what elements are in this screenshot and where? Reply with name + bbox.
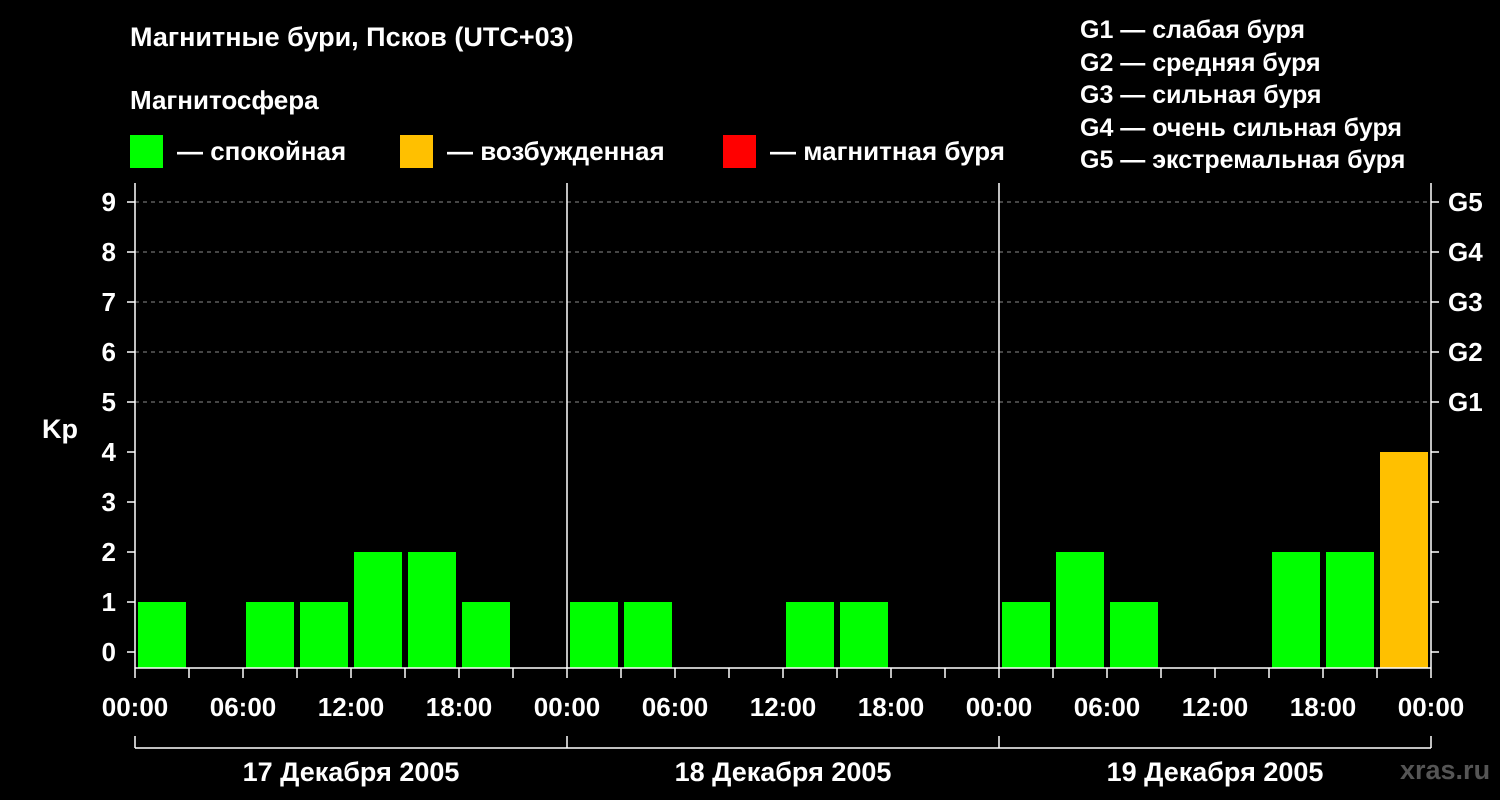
x-tick-label: 06:00 bbox=[642, 692, 709, 722]
storm-level-tick-label: G5 bbox=[1448, 187, 1483, 217]
kp-bar bbox=[1002, 602, 1050, 668]
y-tick-label: 9 bbox=[102, 187, 116, 217]
y-tick-label: 2 bbox=[102, 537, 116, 567]
kp-bar bbox=[786, 602, 834, 668]
y-tick-label: 6 bbox=[102, 337, 116, 367]
watermark: xras.ru bbox=[1400, 755, 1491, 785]
storm-level-tick-label: G2 bbox=[1448, 337, 1483, 367]
day-label: 18 Декабря 2005 bbox=[675, 757, 892, 787]
y-tick-label: 4 bbox=[102, 437, 117, 467]
kp-bar bbox=[1272, 552, 1320, 668]
kp-bar bbox=[570, 602, 618, 668]
x-tick-label: 18:00 bbox=[426, 692, 493, 722]
kp-bar-chart: 0 1 2 3 4 5 6 7 8 9 G1 G2 G3 G4 G5 Kp 00:00 06:00 12:00 18:… bbox=[42, 183, 1483, 787]
x-tick-label: 12:00 bbox=[750, 692, 817, 722]
x-tick-label: 12:00 bbox=[318, 692, 385, 722]
kp-bar bbox=[1380, 452, 1428, 668]
kp-bar bbox=[246, 602, 294, 668]
x-tick-label: 18:00 bbox=[1290, 692, 1357, 722]
x-tick-label: 00:00 bbox=[102, 692, 169, 722]
x-tick-label: 18:00 bbox=[858, 692, 925, 722]
y-tick-label: 5 bbox=[102, 387, 116, 417]
kp-bar bbox=[138, 602, 186, 668]
storm-level-tick-label: G4 bbox=[1448, 237, 1483, 267]
y-axis-label: Kp bbox=[42, 414, 78, 444]
storm-level-tick-label: G3 bbox=[1448, 287, 1483, 317]
day-label: 17 Декабря 2005 bbox=[243, 757, 460, 787]
kp-bar bbox=[408, 552, 456, 668]
x-tick-label: 06:00 bbox=[210, 692, 277, 722]
storm-level-tick-label: G1 bbox=[1448, 387, 1483, 417]
x-tick-label: 00:00 bbox=[966, 692, 1033, 722]
kp-bar bbox=[1326, 552, 1374, 668]
y-tick-label: 0 bbox=[102, 637, 116, 667]
kp-bar bbox=[354, 552, 402, 668]
x-tick-label: 00:00 bbox=[1398, 692, 1465, 722]
x-tick-label: 06:00 bbox=[1074, 692, 1141, 722]
y-tick-label: 3 bbox=[102, 487, 116, 517]
kp-bar bbox=[624, 602, 672, 668]
kp-bar bbox=[840, 602, 888, 668]
y-tick-label: 1 bbox=[102, 587, 116, 617]
y-tick-label: 8 bbox=[102, 237, 116, 267]
kp-bar bbox=[1056, 552, 1104, 668]
y-tick-label: 7 bbox=[102, 287, 116, 317]
x-tick-label: 00:00 bbox=[534, 692, 601, 722]
kp-bar bbox=[1110, 602, 1158, 668]
x-tick-label: 12:00 bbox=[1182, 692, 1249, 722]
kp-bar bbox=[462, 602, 510, 668]
day-label: 19 Декабря 2005 bbox=[1107, 757, 1324, 787]
kp-bar bbox=[300, 602, 348, 668]
